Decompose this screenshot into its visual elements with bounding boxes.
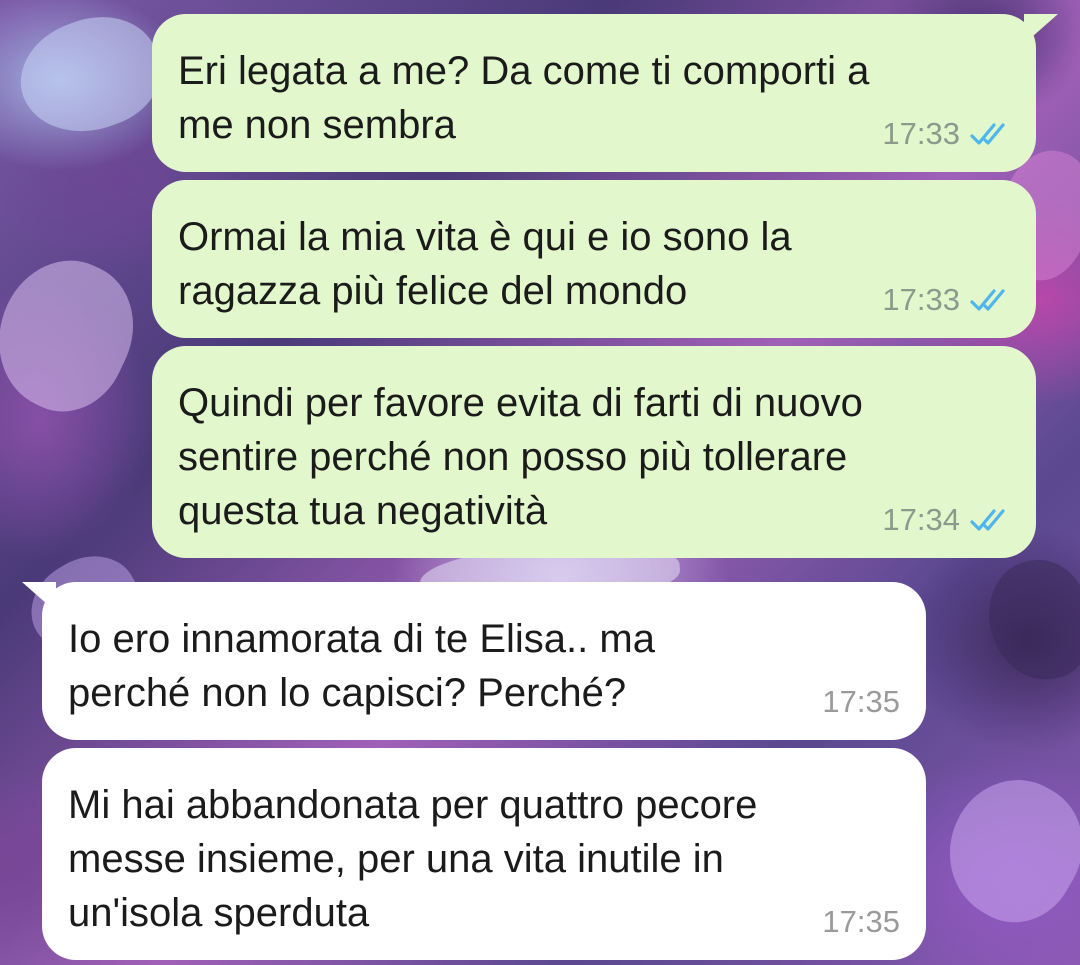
message-time: 17:33 — [882, 282, 960, 317]
message-text: Mi hai abbandonata per quattro pecore me… — [68, 783, 758, 935]
message-time: 17:35 — [822, 904, 900, 939]
double-check-icon — [970, 289, 1005, 311]
message-meta: 17:33 — [882, 116, 1014, 152]
bubble-tail — [1024, 14, 1058, 44]
double-check-icon — [970, 123, 1005, 145]
message-time: 17:33 — [882, 116, 960, 151]
message-text: Io ero innamorata di te Elisa.. ma perch… — [68, 617, 655, 715]
message-meta: 17:33 — [882, 282, 1014, 318]
message-time: 17:34 — [882, 502, 960, 537]
bubble-tail — [22, 582, 56, 612]
message-bubble-incoming[interactable]: Mi hai abbandonata per quattro pecore me… — [42, 748, 926, 960]
message-bubble-outgoing[interactable]: Quindi per favore evita di farti di nuov… — [152, 346, 1036, 558]
message-bubble-incoming[interactable]: Io ero innamorata di te Elisa.. ma perch… — [42, 582, 926, 740]
message-meta: 17:34 — [882, 502, 1014, 538]
message-bubble-outgoing[interactable]: Eri legata a me? Da come ti comporti a m… — [152, 14, 1036, 172]
message-time: 17:35 — [822, 684, 900, 719]
double-check-icon — [970, 509, 1005, 531]
message-bubble-outgoing[interactable]: Ormai la mia vita è qui e io sono la rag… — [152, 180, 1036, 338]
message-meta: 17:35 — [822, 684, 900, 720]
message-meta: 17:35 — [822, 904, 900, 940]
